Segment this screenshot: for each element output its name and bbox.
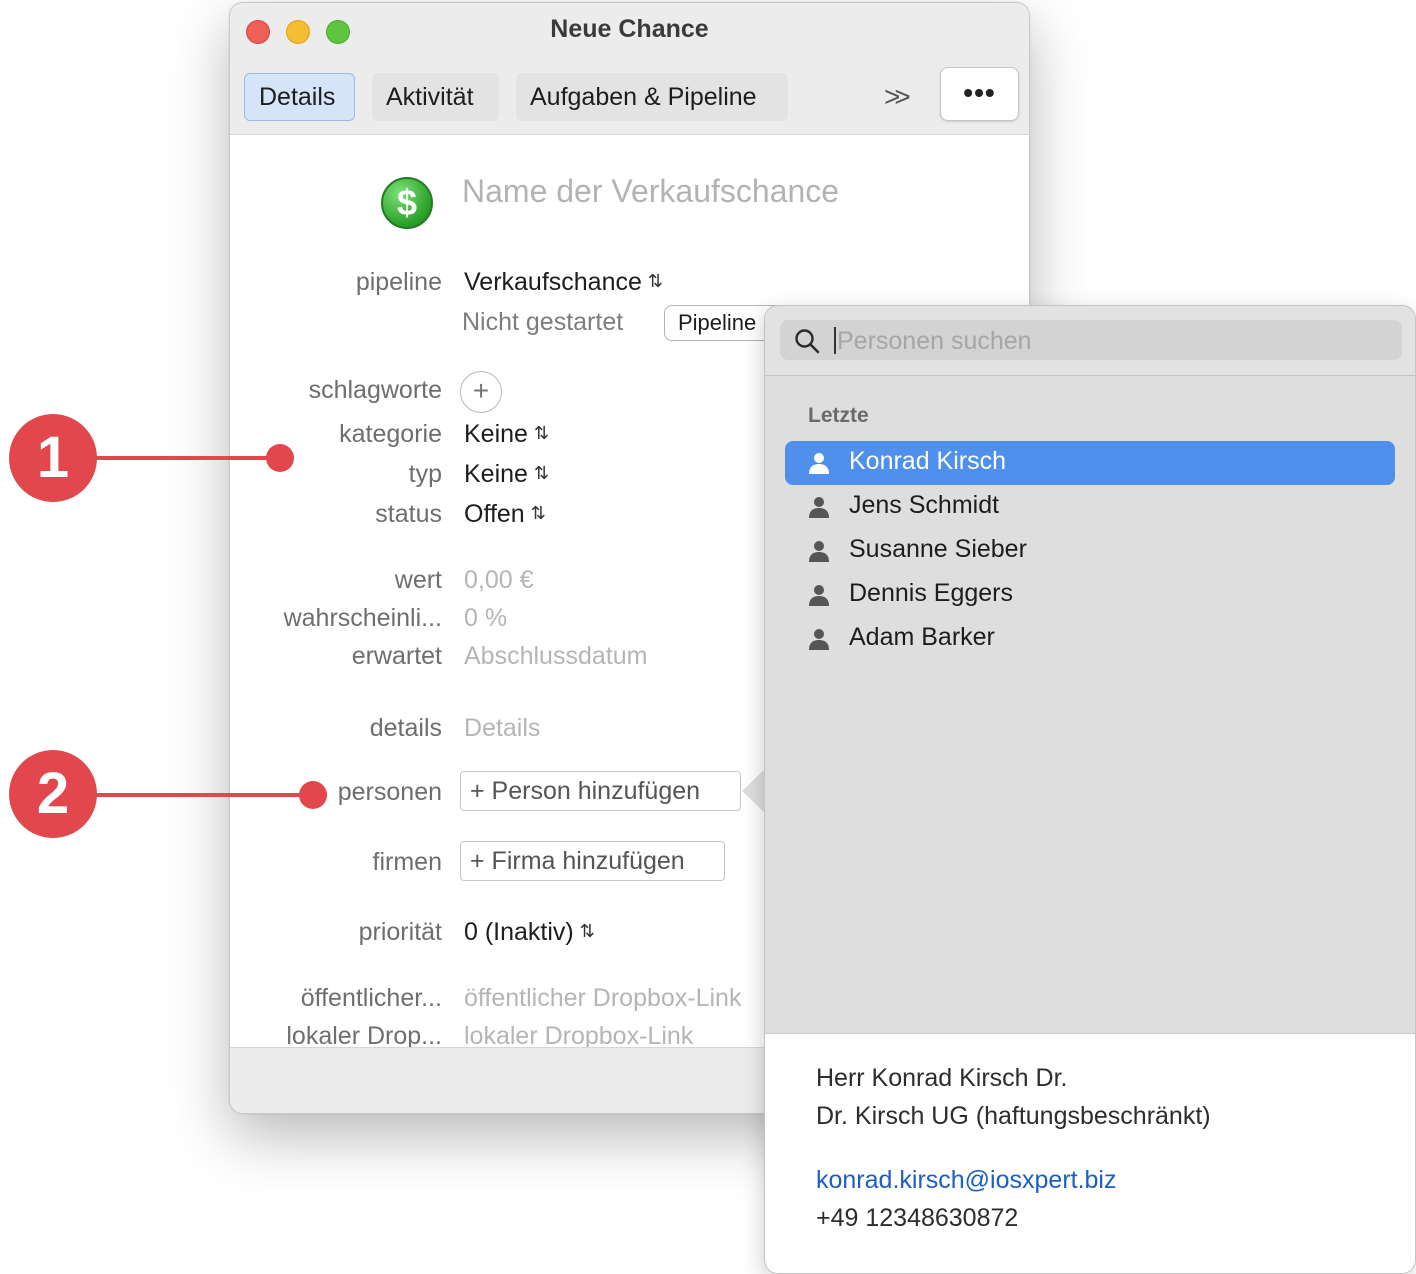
opportunity-name-field[interactable]: Name der Verkaufschance xyxy=(462,173,839,210)
search-icon xyxy=(795,329,820,354)
person-name: Dennis Eggers xyxy=(849,579,1013,607)
more-options-button[interactable]: ••• xyxy=(940,67,1019,121)
status-label: status xyxy=(375,500,442,528)
updown-chevron-icon: ⇅ xyxy=(533,463,550,483)
callout-1-line xyxy=(95,456,280,460)
tab-aufgaben-pipeline[interactable]: Aufgaben & Pipeline xyxy=(516,73,788,121)
popover-arrow xyxy=(742,769,765,813)
person-detail-email-link[interactable]: konrad.kirsch@iosxpert.biz xyxy=(816,1166,1117,1195)
person-detail-panel: Herr Konrad Kirsch Dr. Dr. Kirsch UG (ha… xyxy=(765,1033,1415,1273)
updown-chevron-icon: ⇅ xyxy=(530,503,546,523)
wahrscheinlichkeit-field[interactable]: 0 % xyxy=(464,604,507,633)
callout-2-badge: 2 xyxy=(9,750,97,838)
pipeline-value: Verkaufschance xyxy=(464,268,642,296)
text-caret xyxy=(834,327,836,354)
person-icon xyxy=(809,629,829,650)
search-placeholder: Personen suchen xyxy=(837,327,1032,355)
status-select[interactable]: Offen ⇅ xyxy=(464,500,546,529)
updown-chevron-icon: ⇅ xyxy=(647,271,663,291)
person-row-konrad-kirsch[interactable]: Konrad Kirsch xyxy=(785,441,1395,485)
pipeline-status: Nicht gestartet xyxy=(462,308,624,336)
person-detail-name: Herr Konrad Kirsch Dr. xyxy=(816,1064,1068,1092)
typ-label: typ xyxy=(408,460,442,488)
person-name: Adam Barker xyxy=(849,623,995,651)
firmen-label: firmen xyxy=(372,848,442,876)
window-title: Neue Chance xyxy=(550,15,709,43)
callout-1-dot xyxy=(266,444,294,472)
popover-search-area: Personen suchen xyxy=(765,306,1415,376)
pipeline-label: pipeline xyxy=(355,268,442,296)
person-name: Konrad Kirsch xyxy=(849,447,1007,475)
dollar-icon: $ xyxy=(381,177,433,229)
updown-chevron-icon: ⇅ xyxy=(579,921,595,941)
details-label: details xyxy=(369,714,442,742)
callout-2-line xyxy=(95,793,313,797)
add-person-button[interactable]: + Person hinzufügen xyxy=(460,771,741,811)
personen-label: personen xyxy=(337,778,442,806)
tab-overflow-chevron-icon[interactable]: >> xyxy=(884,81,911,113)
kategorie-select[interactable]: Keine ⇅ xyxy=(464,420,549,449)
abschlussdatum-field[interactable]: Abschlussdatum xyxy=(464,642,647,671)
add-company-button[interactable]: + Firma hinzufügen xyxy=(460,841,725,881)
typ-value: Keine xyxy=(464,460,528,488)
person-detail-company: Dr. Kirsch UG (haftungsbeschränkt) xyxy=(816,1102,1211,1130)
status-value: Offen xyxy=(464,500,525,528)
pipeline-select[interactable]: Verkaufschance ⇅ xyxy=(464,268,663,297)
person-row-adam-barker[interactable]: Adam Barker xyxy=(785,617,1395,661)
recent-section-label: Letzte xyxy=(808,404,869,427)
person-name: Jens Schmidt xyxy=(849,491,1000,519)
person-icon xyxy=(809,585,829,606)
callout-2-dot xyxy=(299,781,327,809)
person-picker-popover: Personen suchen Letzte Konrad Kirsch Jen… xyxy=(764,305,1416,1274)
dropbox-public-field[interactable]: öffentlicher Dropbox-Link xyxy=(464,984,741,1013)
kategorie-label: kategorie xyxy=(339,420,442,448)
wert-field[interactable]: 0,00 € xyxy=(464,566,534,595)
details-field[interactable]: Details xyxy=(464,714,540,743)
person-detail-phone: +49 12348630872 xyxy=(816,1204,1019,1232)
tab-aktivitaet[interactable]: Aktivität xyxy=(372,73,499,121)
person-search-input[interactable]: Personen suchen xyxy=(780,320,1402,360)
person-icon xyxy=(809,453,829,474)
title-bar: Neue Chance Details Aktivität Aufgaben &… xyxy=(230,3,1029,135)
prioritaet-select[interactable]: 0 (Inaktiv) ⇅ xyxy=(464,918,595,947)
person-row-susanne-sieber[interactable]: Susanne Sieber xyxy=(785,529,1395,573)
prioritaet-label: priorität xyxy=(358,918,442,946)
person-icon xyxy=(809,497,829,518)
dropbox-public-label: öffentlicher... xyxy=(300,984,442,1012)
prioritaet-value: 0 (Inaktiv) xyxy=(464,918,574,946)
typ-select[interactable]: Keine ⇅ xyxy=(464,460,549,489)
updown-chevron-icon: ⇅ xyxy=(533,423,550,443)
add-tag-plus-icon[interactable]: + xyxy=(460,371,502,413)
person-row-jens-schmidt[interactable]: Jens Schmidt xyxy=(785,485,1395,529)
callout-1-badge: 1 xyxy=(9,414,97,502)
person-icon xyxy=(809,541,829,562)
erwartet-label: erwartet xyxy=(351,642,442,670)
tab-details[interactable]: Details xyxy=(244,73,355,121)
person-row-dennis-eggers[interactable]: Dennis Eggers xyxy=(785,573,1395,617)
wert-label: wert xyxy=(394,566,442,594)
wahrscheinlichkeit-label: wahrscheinli... xyxy=(283,604,442,632)
person-name: Susanne Sieber xyxy=(849,535,1027,563)
schlagworte-label: schlagworte xyxy=(308,376,442,404)
kategorie-value: Keine xyxy=(464,420,528,448)
